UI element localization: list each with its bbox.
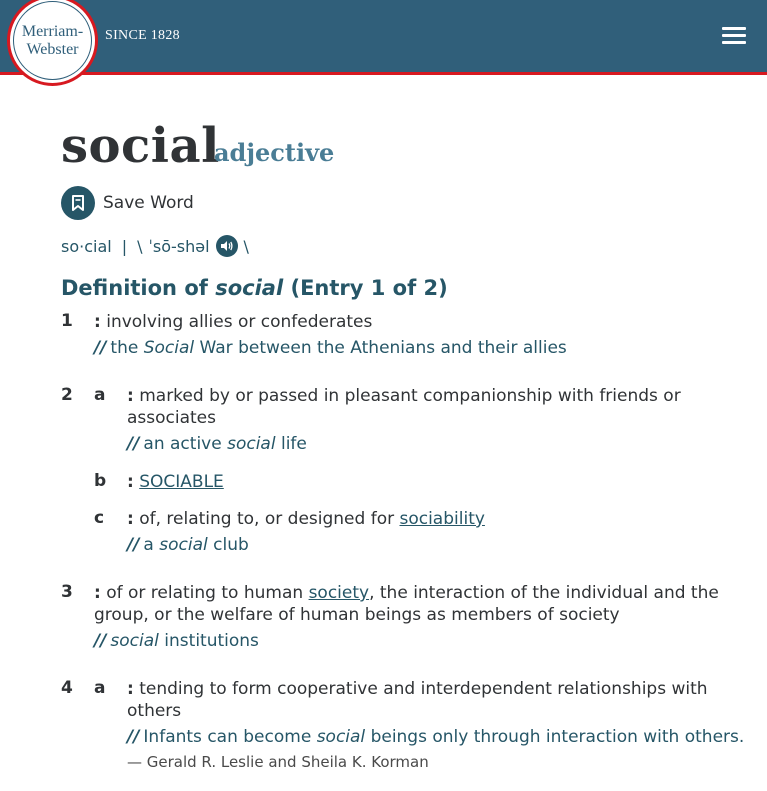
example-mark: // bbox=[127, 535, 140, 555]
def-title-word: social bbox=[215, 276, 284, 300]
pron-open-slash: \ bbox=[137, 236, 143, 256]
sense-text: marked by or passed in pleasant companio… bbox=[127, 386, 681, 428]
example-mark: // bbox=[94, 631, 107, 651]
pronunciation-text: ˈsō-shəl bbox=[148, 236, 210, 256]
since-tagline: SINCE 1828 bbox=[105, 28, 180, 43]
headword: social bbox=[61, 118, 220, 174]
example-pre: a bbox=[143, 535, 154, 555]
sense-number-2: 2 bbox=[61, 385, 73, 405]
sense-4a-example: //Infants can become social beings only … bbox=[127, 727, 744, 747]
example-mark: // bbox=[94, 338, 107, 358]
sense-2a-definition: : marked by or passed in pleasant compan… bbox=[127, 385, 707, 429]
example-post: life bbox=[280, 434, 307, 454]
save-word-button[interactable]: Save Word bbox=[61, 186, 194, 220]
sense-text: of, relating to, or designed for bbox=[139, 509, 395, 529]
sense-2a-example: //an active social life bbox=[127, 434, 307, 454]
logo-line-2: Webster bbox=[26, 40, 79, 58]
logo-ring: Merriam- Webster bbox=[13, 1, 92, 80]
pron-close-slash: \ bbox=[243, 236, 249, 256]
sense-number-1: 1 bbox=[61, 311, 73, 331]
sense-letter-a: a bbox=[94, 678, 106, 698]
sense-4a-definition: : tending to form cooperative and interd… bbox=[127, 678, 727, 722]
example-word: social bbox=[316, 727, 366, 747]
pronunciation-line: so·cial | \ ˈsō-shəl \ bbox=[61, 235, 249, 257]
example-pre: Infants can become bbox=[143, 727, 312, 747]
sense-colon: : bbox=[127, 386, 134, 406]
sense-number-4: 4 bbox=[61, 678, 73, 698]
sociability-link[interactable]: sociability bbox=[399, 509, 484, 529]
example-attribution: — Gerald R. Leslie and Sheila K. Korman bbox=[127, 753, 429, 771]
example-word: social bbox=[227, 434, 276, 454]
sense-3-example: //social institutions bbox=[94, 631, 259, 651]
menu-bar-top bbox=[722, 27, 746, 30]
pron-separator: | bbox=[121, 236, 128, 256]
example-mark: // bbox=[127, 434, 140, 454]
example-mark: // bbox=[127, 727, 140, 747]
definition-heading: Definition of social (Entry 1 of 2) bbox=[61, 276, 448, 300]
sense-number-3: 3 bbox=[61, 582, 73, 602]
example-word: social bbox=[110, 631, 159, 651]
example-post: institutions bbox=[164, 631, 259, 651]
example-pre: the bbox=[110, 338, 139, 358]
example-post: War between the Athenians and their alli… bbox=[199, 338, 567, 358]
sense-text-pre: of or relating to human bbox=[106, 583, 304, 603]
hamburger-menu-icon[interactable] bbox=[718, 24, 748, 48]
sense-2c-example: //a social club bbox=[127, 535, 249, 555]
save-word-label: Save Word bbox=[103, 193, 194, 213]
logo-line-1: Merriam- bbox=[21, 22, 84, 40]
sense-colon: : bbox=[127, 679, 134, 699]
sense-letter-c: c bbox=[94, 508, 105, 528]
sense-2c-definition: : of, relating to, or designed for socia… bbox=[127, 508, 727, 530]
example-pre: an active bbox=[143, 434, 222, 454]
sense-letter-a: a bbox=[94, 385, 106, 405]
example-post: beings only through interaction with oth… bbox=[370, 727, 745, 747]
example-post: club bbox=[213, 535, 249, 555]
bookmark-icon bbox=[61, 186, 95, 220]
sense-2b-definition: : SOCIABLE bbox=[127, 471, 224, 493]
sense-text: tending to form cooperative and interdep… bbox=[127, 679, 708, 721]
sense-3-definition: : of or relating to human society, the i… bbox=[94, 582, 734, 626]
header-accent-bar bbox=[0, 72, 767, 75]
menu-bar-middle bbox=[722, 34, 746, 37]
part-of-speech[interactable]: adjective bbox=[214, 138, 334, 167]
society-link[interactable]: society bbox=[309, 583, 370, 603]
syllabification: so·cial bbox=[61, 236, 112, 256]
def-title-suffix: (Entry 1 of 2) bbox=[290, 276, 448, 300]
sense-1-example: //the Social War between the Athenians a… bbox=[94, 338, 567, 358]
sense-text: involving allies or confederates bbox=[106, 312, 373, 332]
speaker-icon[interactable] bbox=[215, 235, 238, 257]
sense-colon: : bbox=[94, 583, 101, 603]
def-title-prefix: Definition of bbox=[61, 276, 208, 300]
sense-colon: : bbox=[94, 312, 101, 332]
sense-colon: : bbox=[127, 472, 134, 492]
sense-letter-b: b bbox=[94, 471, 107, 491]
example-word: social bbox=[159, 535, 208, 555]
example-word: Social bbox=[143, 338, 195, 358]
menu-bar-bottom bbox=[722, 41, 746, 44]
sociable-link[interactable]: SOCIABLE bbox=[139, 472, 224, 492]
sense-colon: : bbox=[127, 509, 134, 529]
sense-1-definition: : involving allies or confederates bbox=[94, 311, 734, 333]
